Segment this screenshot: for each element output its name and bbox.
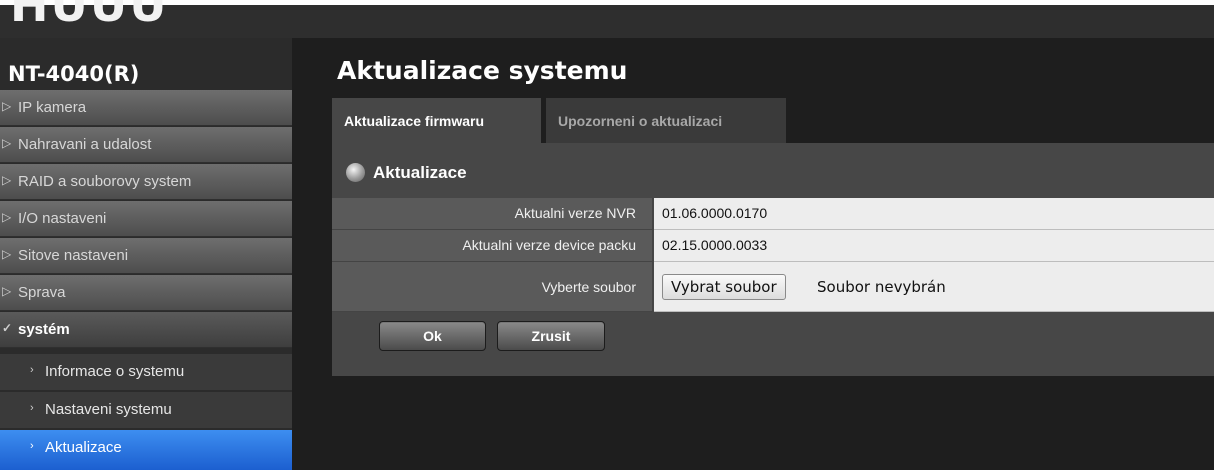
chevron-right-icon: ›	[30, 364, 34, 376]
nvr-version-value: 01.06.0000.0170	[654, 198, 1214, 230]
sidebar-subitem-nastaveni[interactable]: › Nastaveni systemu	[0, 392, 292, 428]
page-title: Aktualizace systemu	[337, 56, 628, 85]
sidebar-item-raid[interactable]: ▷ RAID a souborovy system	[0, 164, 292, 200]
chevron-right-icon: ›	[30, 402, 34, 414]
device-pack-version-value: 02.15.0000.0033	[654, 230, 1214, 262]
cancel-button[interactable]: Zrusit	[497, 321, 605, 351]
tab-update-notification[interactable]: Upozorneni o aktualizaci	[546, 98, 786, 143]
sidebar-item-label: Nahravani a udalost	[18, 136, 152, 153]
sidebar-item-label: I/O nastaveni	[18, 210, 107, 227]
chevron-right-icon: ▷	[2, 247, 12, 261]
disc-icon	[346, 163, 365, 182]
sidebar-subitem-label: Aktualizace	[45, 439, 122, 456]
row-label: Aktualni verze NVR	[332, 198, 653, 230]
sidebar-item-system[interactable]: ✓ systém	[0, 312, 292, 348]
device-name: NT-4040(R)	[8, 62, 140, 86]
chevron-right-icon: ›	[30, 440, 34, 452]
file-status-text: Soubor nevybrán	[817, 278, 946, 296]
check-icon: ✓	[2, 321, 13, 335]
section-title: Aktualizace	[373, 163, 467, 182]
chevron-right-icon: ▷	[2, 173, 12, 187]
sidebar-subitem-aktualizace[interactable]: › Aktualizace	[0, 430, 292, 470]
sidebar-item-sitove[interactable]: ▷ Sitove nastaveni	[0, 238, 292, 274]
table-row: Aktualni verze device packu 02.15.0000.0…	[332, 230, 1214, 262]
sidebar-item-label: Sitove nastaveni	[18, 247, 129, 264]
table-row: Vyberte soubor Vybrat soubor Soubor nevy…	[332, 262, 1214, 312]
sidebar-item-sprava[interactable]: ▷ Sprava	[0, 275, 292, 311]
tab-firmware-update[interactable]: Aktualizace firmwaru	[332, 98, 541, 143]
sidebar-item-label: IP kamera	[18, 99, 87, 116]
tab-label: Aktualizace firmwaru	[344, 113, 485, 129]
row-label: Aktualni verze device packu	[332, 230, 653, 262]
sidebar-item-label: systém	[18, 321, 70, 338]
chevron-right-icon: ▷	[2, 284, 12, 298]
chevron-right-icon: ▷	[2, 99, 12, 113]
ok-button[interactable]: Ok	[379, 321, 486, 351]
sidebar-subitem-label: Informace o systemu	[45, 363, 185, 380]
sidebar-item-label: RAID a souborovy system	[18, 173, 192, 190]
header-bar	[0, 5, 1214, 38]
sidebar-subitem-label: Nastaveni systemu	[45, 401, 172, 418]
brand-logo: HUUU	[10, 0, 169, 32]
chevron-right-icon: ▷	[2, 136, 12, 150]
table-row: Aktualni verze NVR 01.06.0000.0170	[332, 198, 1214, 230]
chevron-right-icon: ▷	[2, 210, 12, 224]
sidebar-subitem-informace[interactable]: › Informace o systemu	[0, 354, 292, 390]
sidebar-item-ip-kamera[interactable]: ▷ IP kamera	[0, 90, 292, 126]
sidebar: NT-4040(R) ▷ IP kamera ▷ Nahravani a uda…	[0, 38, 292, 470]
sidebar-item-io[interactable]: ▷ I/O nastaveni	[0, 201, 292, 237]
sidebar-item-nahravani[interactable]: ▷ Nahravani a udalost	[0, 127, 292, 163]
sidebar-item-label: Sprava	[18, 284, 66, 301]
row-label: Vyberte soubor	[332, 262, 653, 312]
tab-label: Upozorneni o aktualizaci	[558, 113, 723, 129]
choose-file-button[interactable]: Vybrat soubor	[662, 274, 786, 300]
